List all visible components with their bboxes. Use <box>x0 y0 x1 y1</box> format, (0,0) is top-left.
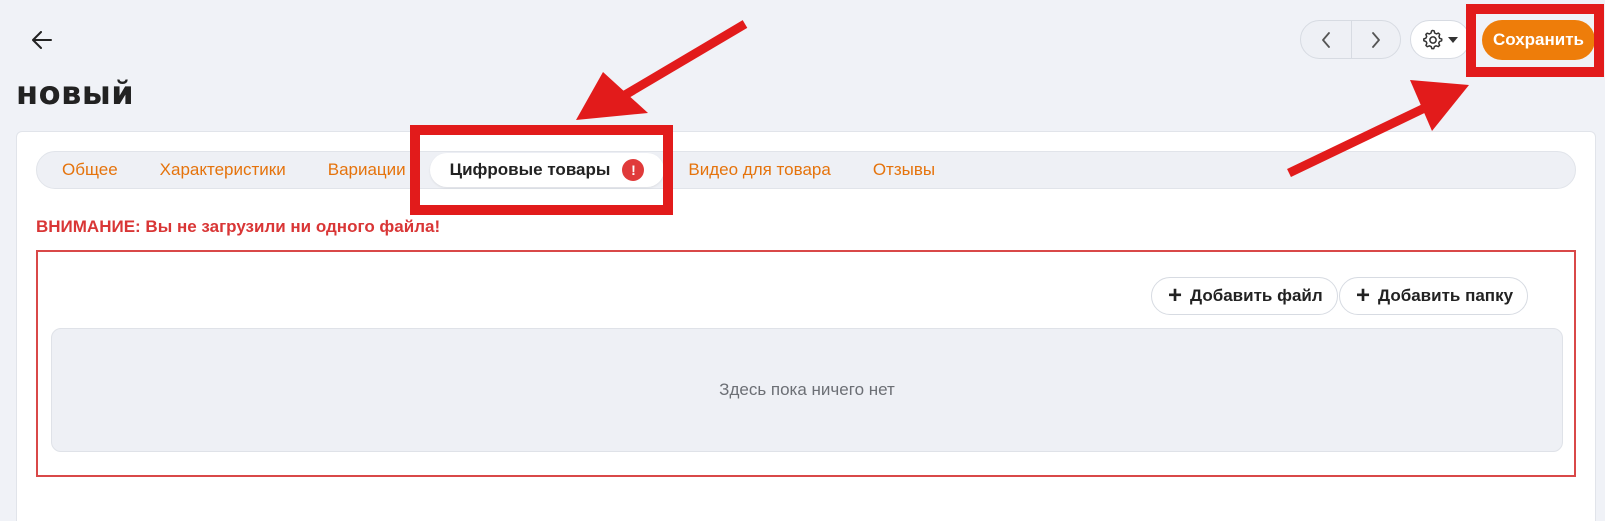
add-folder-label: Добавить папку <box>1378 286 1514 305</box>
tab-digital-goods[interactable]: Цифровые товары ! <box>429 153 665 187</box>
caret-down-icon <box>1448 36 1458 43</box>
arrow-to-tab <box>576 20 748 120</box>
tab-product-video[interactable]: Видео для товара <box>667 153 851 187</box>
tab-bar: Общее Характеристики Вариации Цифровые т… <box>36 151 1576 189</box>
warning-message: ВНИМАНИЕ: Вы не загрузили ни одного файл… <box>36 217 441 236</box>
plus-icon: + <box>1356 282 1371 309</box>
add-file-button[interactable]: + Добавить файл <box>1151 277 1338 315</box>
tab-general[interactable]: Общее <box>41 153 139 187</box>
add-folder-button[interactable]: + Добавить папку <box>1339 277 1529 315</box>
settings-dropdown-button[interactable] <box>1410 20 1470 59</box>
tab-characteristics[interactable]: Характеристики <box>139 153 307 187</box>
error-badge: ! <box>622 159 645 181</box>
tab-variations[interactable]: Вариации <box>307 153 427 187</box>
tab-label: Отзывы <box>872 160 936 179</box>
add-file-label: Добавить файл <box>1190 286 1323 305</box>
back-button[interactable] <box>26 26 58 54</box>
product-card: Общее Характеристики Вариации Цифровые т… <box>16 131 1596 521</box>
gear-icon <box>1423 29 1443 49</box>
record-navigation <box>1300 20 1401 59</box>
page-title: новый <box>16 74 135 112</box>
next-button[interactable] <box>1350 21 1401 58</box>
file-list-empty: Здесь пока ничего нет <box>51 328 1563 452</box>
tab-reviews[interactable]: Отзывы <box>852 153 956 187</box>
tab-label: Цифровые товары <box>449 160 611 179</box>
chevron-left-icon <box>1321 31 1330 48</box>
tab-label: Общее <box>62 160 118 179</box>
tab-label: Характеристики <box>159 160 286 179</box>
arrow-left-icon <box>32 31 52 49</box>
plus-icon: + <box>1168 282 1183 309</box>
tab-label: Видео для товара <box>688 160 831 179</box>
chevron-right-icon <box>1371 31 1380 48</box>
previous-button[interactable] <box>1301 21 1351 58</box>
save-button[interactable]: Сохранить <box>1482 20 1595 60</box>
file-upload-zone: + Добавить файл + Добавить папку Здесь п… <box>36 250 1576 477</box>
empty-state-text: Здесь пока ничего нет <box>719 380 895 399</box>
tab-label: Вариации <box>327 160 406 179</box>
